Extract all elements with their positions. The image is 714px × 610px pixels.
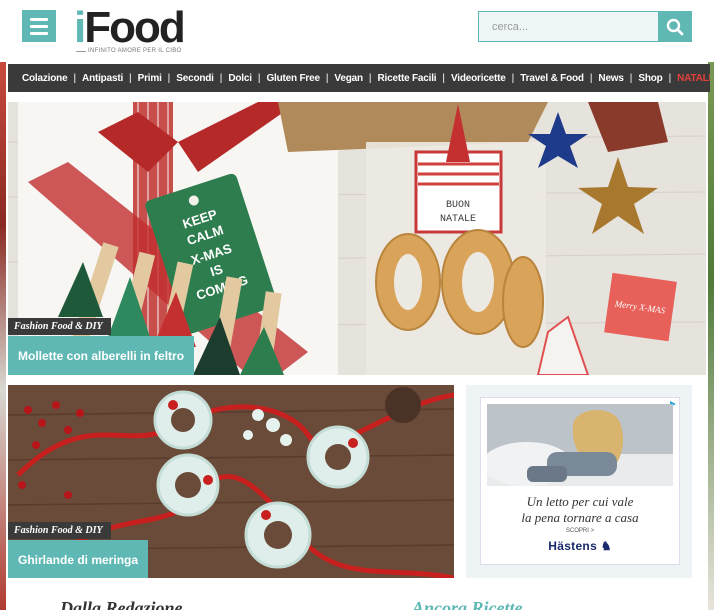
nav-item-ricette-facili[interactable]: Ricette Facili xyxy=(378,73,437,84)
logo-wordmark: iFood xyxy=(74,3,186,52)
search-icon xyxy=(666,18,684,35)
nav-item-travel-food[interactable]: Travel & Food xyxy=(520,73,584,84)
search-box xyxy=(478,11,660,42)
ad-brand[interactable]: Hästens ♞ xyxy=(481,539,679,553)
main-navigation: Colazione | Antipasti | Primi | Secondi | Dolci |… xyxy=(8,64,710,92)
nav-separator: | xyxy=(368,72,372,84)
logo-divider xyxy=(76,51,86,52)
logo-tagline: INFINITO AMORE PER IL CIBO xyxy=(88,48,182,54)
ad-photo xyxy=(487,404,673,486)
nav-separator: | xyxy=(219,72,223,84)
nav-separator: | xyxy=(257,72,261,84)
logo-food: Food xyxy=(84,3,186,52)
page: iFood INFINITO AMORE PER IL CIBO Colazio… xyxy=(0,0,714,610)
article-card-ghirlande[interactable]: Fashion Food & DIY Ghirlande di meringa xyxy=(8,385,454,578)
site-logo[interactable]: iFood INFINITO AMORE PER IL CIBO xyxy=(74,4,204,56)
nav-item-gluten-free[interactable]: Gluten Free xyxy=(266,73,320,84)
section-heading-ricette: Ancora Ricette xyxy=(412,598,523,610)
card2-category-tag[interactable]: Fashion Food & DIY xyxy=(8,522,111,539)
nav-item-videoricette[interactable]: Videoricette xyxy=(451,73,506,84)
hero-article[interactable]: KEEP CALM X-MAS IS COMING BUON NATALE Me… xyxy=(8,102,706,375)
ad-container: Un letto per cui vale la pena tornare a … xyxy=(466,385,692,578)
bag-natale-text: NATALE xyxy=(440,214,476,225)
search-button[interactable] xyxy=(658,11,692,42)
hero-photo: KEEP CALM X-MAS IS COMING BUON NATALE Me… xyxy=(8,102,706,375)
ad-headline-1: Un letto per cui vale xyxy=(526,494,634,509)
nav-separator: | xyxy=(129,72,132,84)
nav-item-secondi[interactable]: Secondi xyxy=(176,73,214,84)
bag-buon-text: BUON xyxy=(446,200,470,211)
hero-category-tag[interactable]: Fashion Food & DIY xyxy=(8,318,111,335)
ad-headline-2: la pena tornare a casa xyxy=(521,510,639,525)
ad-cta[interactable]: SCOPRI > xyxy=(481,528,679,534)
nav-separator: | xyxy=(73,72,77,84)
right-decorative-edge xyxy=(708,60,714,610)
nav-separator: | xyxy=(442,72,445,84)
nav-separator: | xyxy=(668,72,672,84)
left-decorative-edge xyxy=(0,60,6,610)
nav-item-natale[interactable]: NATALE xyxy=(677,73,710,84)
hamburger-icon xyxy=(30,17,48,21)
hamburger-menu-button[interactable] xyxy=(22,10,56,42)
nav-separator: | xyxy=(629,72,633,84)
nav-separator: | xyxy=(167,72,171,84)
nav-item-primi[interactable]: Primi xyxy=(138,73,162,84)
hamburger-icon-bar xyxy=(30,31,48,35)
nav-item-antipasti[interactable]: Antipasti xyxy=(82,73,123,84)
nav-item-shop[interactable]: Shop xyxy=(638,73,662,84)
woman-in-bed-image xyxy=(487,404,673,486)
hamburger-icon-bar xyxy=(30,24,48,28)
nav-separator: | xyxy=(325,72,329,84)
nav-separator: | xyxy=(511,72,515,84)
section-heading-redazione: Dalla Redazione xyxy=(60,598,183,610)
hero-title[interactable]: Mollette con alberelli in feltro xyxy=(8,336,195,375)
nav-item-dolci[interactable]: Dolci xyxy=(228,73,252,84)
nav-separator: | xyxy=(589,72,593,84)
site-header: iFood INFINITO AMORE PER IL CIBO xyxy=(0,0,714,62)
nav-item-vegan[interactable]: Vegan xyxy=(334,73,363,84)
horse-logo-icon: ♞ xyxy=(600,539,612,553)
advertisement[interactable]: Un letto per cui vale la pena tornare a … xyxy=(480,397,680,565)
logo-i: i xyxy=(74,3,86,52)
ad-brand-name: Hästens xyxy=(548,539,598,553)
nav-item-colazione[interactable]: Colazione xyxy=(22,73,68,84)
search-input[interactable] xyxy=(479,12,659,41)
nav-item-news[interactable]: News xyxy=(598,73,624,84)
card2-title[interactable]: Ghirlande di meringa xyxy=(8,540,149,578)
